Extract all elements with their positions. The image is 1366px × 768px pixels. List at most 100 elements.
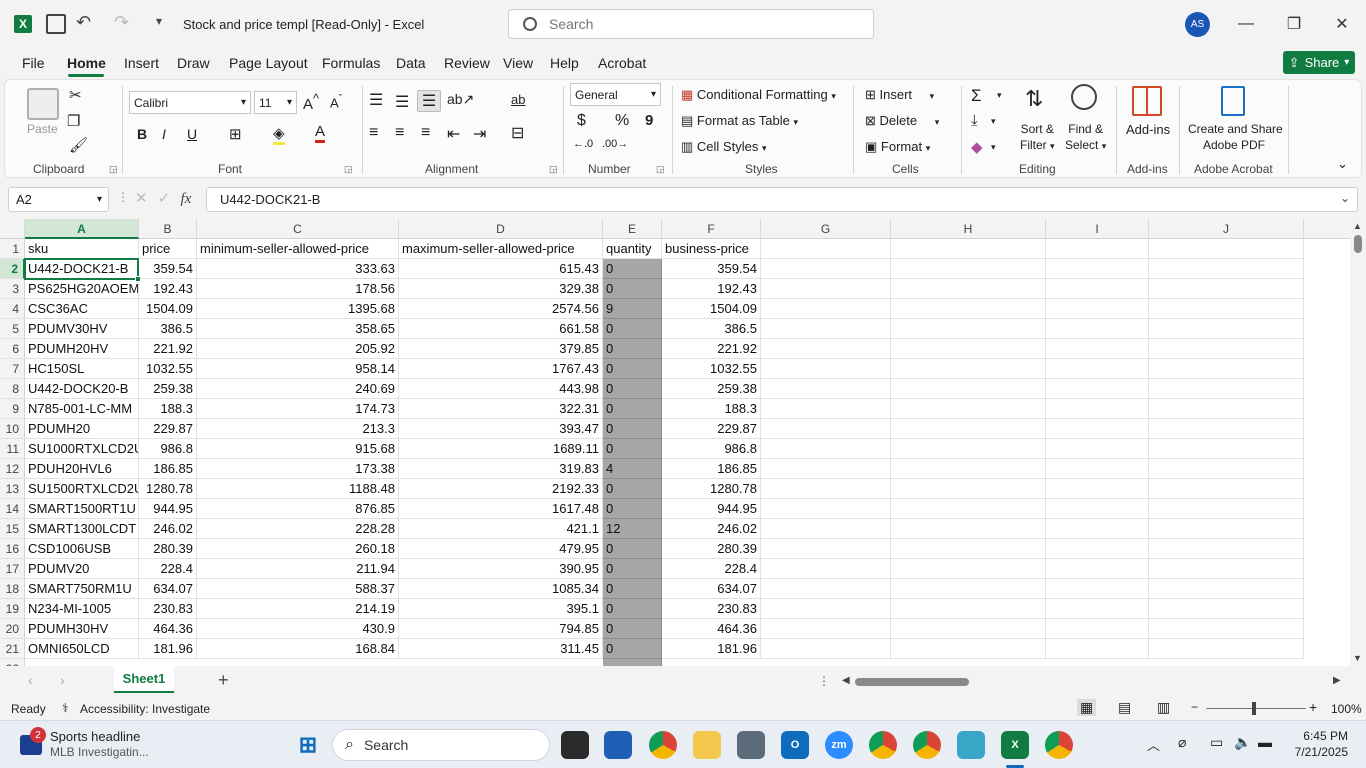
cancel-icon[interactable]: ✕ — [135, 190, 148, 207]
row-header[interactable]: 6 — [0, 339, 25, 359]
row-header[interactable]: 2 — [0, 259, 25, 279]
table-cell[interactable] — [891, 559, 1046, 579]
table-cell[interactable] — [1149, 339, 1304, 359]
row-header[interactable]: 11 — [0, 439, 25, 459]
font-color-icon[interactable]: A — [315, 123, 326, 143]
table-cell[interactable]: 260.18 — [197, 539, 399, 559]
header-cell[interactable]: price — [139, 239, 197, 259]
table-cell[interactable]: PS625HG20AOEM — [25, 279, 139, 299]
network-icon[interactable]: ⌀ — [1178, 734, 1186, 751]
table-cell[interactable] — [761, 579, 891, 599]
excel-taskbar-icon[interactable]: X — [1001, 731, 1029, 759]
table-cell[interactable] — [891, 339, 1046, 359]
table-cell[interactable]: 443.98 — [399, 379, 603, 399]
table-cell[interactable] — [891, 459, 1046, 479]
accessibility-status[interactable]: Accessibility: Investigate — [80, 702, 210, 716]
table-cell[interactable]: 386.5 — [139, 319, 197, 339]
table-cell[interactable]: 661.58 — [399, 319, 603, 339]
table-cell[interactable]: 229.87 — [139, 419, 197, 439]
table-cell[interactable] — [761, 359, 891, 379]
table-cell[interactable] — [891, 299, 1046, 319]
table-cell[interactable]: 0 — [603, 419, 662, 439]
table-cell[interactable] — [1149, 499, 1304, 519]
table-cell[interactable] — [891, 519, 1046, 539]
normal-view-icon[interactable]: ▦ — [1077, 699, 1097, 716]
chrome-profile-icon[interactable] — [869, 731, 897, 759]
start-icon[interactable]: ⊞ — [294, 731, 322, 759]
table-cell[interactable]: 615.43 — [399, 259, 603, 279]
worksheet-grid[interactable]: ABCDEFGHIJ 1 sku price minimum-seller-allow… — [0, 219, 1350, 666]
table-cell[interactable] — [761, 279, 891, 299]
tab-data[interactable]: Data — [396, 55, 426, 71]
tab-view[interactable]: View — [503, 55, 533, 71]
table-cell[interactable] — [761, 559, 891, 579]
table-cell[interactable]: 876.85 — [197, 499, 399, 519]
table-cell[interactable]: 430.9 — [197, 619, 399, 639]
table-cell[interactable] — [1149, 279, 1304, 299]
table-cell[interactable]: 1032.55 — [662, 359, 761, 379]
fill-handle[interactable] — [135, 276, 141, 282]
find-select-button[interactable]: Find & Select ▾ — [1065, 121, 1106, 154]
table-cell[interactable] — [1046, 499, 1149, 519]
header-cell[interactable]: minimum-seller-allowed-price — [197, 239, 399, 259]
table-cell[interactable]: 0 — [603, 499, 662, 519]
store-icon[interactable] — [604, 731, 632, 759]
row-header[interactable]: 12 — [0, 459, 25, 479]
add-sheet-icon[interactable]: + — [218, 670, 229, 691]
row-header[interactable]: 13 — [0, 479, 25, 499]
table-cell[interactable] — [1046, 439, 1149, 459]
table-cell[interactable] — [1149, 539, 1304, 559]
tab-insert[interactable]: Insert — [124, 55, 159, 71]
customize-toolbar-icon[interactable]: ▾ — [156, 14, 162, 28]
format-painter-icon[interactable]: 🖌 — [69, 136, 88, 154]
restore-button[interactable]: ❐ — [1282, 12, 1306, 36]
enter-icon[interactable]: ✓ — [158, 190, 171, 207]
header-cell[interactable] — [1046, 239, 1149, 259]
align-middle-icon[interactable]: ☰ — [395, 92, 409, 112]
table-cell[interactable] — [1149, 399, 1304, 419]
table-cell[interactable]: 2574.56 — [399, 299, 603, 319]
table-cell[interactable] — [1149, 299, 1304, 319]
table-cell[interactable]: 333.63 — [197, 259, 399, 279]
table-cell[interactable]: 0 — [603, 579, 662, 599]
borders-icon[interactable]: ⊞ — [229, 125, 242, 143]
table-cell[interactable]: 221.92 — [139, 339, 197, 359]
insert-cells-button[interactable]: ⊞ Insert ▾ — [865, 87, 934, 103]
tab-formulas[interactable]: Formulas — [322, 55, 380, 71]
table-cell[interactable]: CSC36AC — [25, 299, 139, 319]
table-cell[interactable] — [761, 519, 891, 539]
table-cell[interactable]: 168.84 — [197, 639, 399, 659]
table-cell[interactable]: 1280.78 — [662, 479, 761, 499]
table-cell[interactable]: 188.3 — [139, 399, 197, 419]
create-share-pdf-button[interactable]: Create and Share Adobe PDF — [1188, 121, 1283, 153]
table-cell[interactable] — [891, 579, 1046, 599]
italic-button[interactable]: I — [162, 126, 166, 142]
table-cell[interactable] — [1046, 479, 1149, 499]
tab-home[interactable]: Home — [67, 55, 106, 71]
table-cell[interactable] — [891, 479, 1046, 499]
table-cell[interactable]: 1617.48 — [399, 499, 603, 519]
wrap-text-icon[interactable]: ab — [511, 92, 525, 107]
table-cell[interactable]: SMART1500RT1U — [25, 499, 139, 519]
table-cell[interactable]: 0 — [603, 479, 662, 499]
increase-indent-icon[interactable]: ⇥ — [473, 124, 486, 144]
table-cell[interactable]: 230.83 — [139, 599, 197, 619]
table-cell[interactable]: 0 — [603, 279, 662, 299]
table-cell[interactable]: PDUMH20HV — [25, 339, 139, 359]
scroll-left-icon[interactable]: ◀ — [842, 675, 850, 686]
table-cell[interactable]: 0 — [603, 359, 662, 379]
table-cell[interactable] — [761, 259, 891, 279]
table-cell[interactable]: 186.85 — [662, 459, 761, 479]
prev-sheet-icon[interactable]: ‹ — [28, 672, 33, 688]
sheet-tab[interactable]: Sheet1 — [114, 666, 174, 693]
column-header-h[interactable]: H — [891, 219, 1046, 239]
next-sheet-icon[interactable]: › — [60, 672, 65, 688]
file-explorer-icon[interactable] — [693, 731, 721, 759]
header-cell[interactable]: sku — [25, 239, 139, 259]
table-cell[interactable]: 0 — [603, 379, 662, 399]
table-cell[interactable] — [1046, 599, 1149, 619]
table-cell[interactable] — [1046, 259, 1149, 279]
table-cell[interactable] — [1046, 379, 1149, 399]
table-cell[interactable]: PDUMV30HV — [25, 319, 139, 339]
table-cell[interactable]: 359.54 — [662, 259, 761, 279]
